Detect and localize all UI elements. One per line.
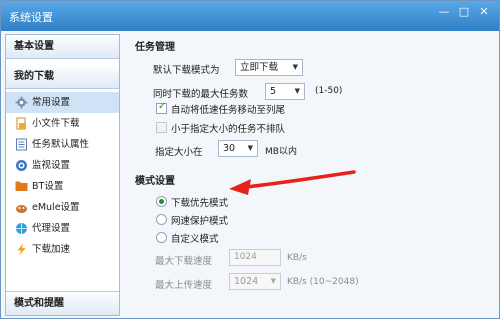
max-upload-speed-select[interactable]: 1024 ▼: [229, 273, 281, 290]
auto-move-label: 自动将低速任务移动至列尾: [171, 105, 286, 116]
task-management-title: 任务管理: [135, 42, 175, 53]
sidebar-item-label: 小文件下载: [32, 118, 80, 129]
monitor-icon: [16, 160, 27, 171]
sidebar-item-label: 代理设置: [32, 223, 71, 234]
emule-icon: [16, 205, 27, 213]
sidebar-item-task-defaults[interactable]: 任务默认属性: [6, 134, 119, 155]
title-bar: 系统设置 — □ ✕: [1, 1, 499, 31]
sidebar-item-label: 监视设置: [32, 160, 71, 171]
lightning-icon: [17, 243, 26, 256]
max-upload-speed-value: 1024: [234, 276, 259, 287]
mode-radio-download-priority[interactable]: [156, 196, 167, 207]
dropdown-arrow-icon: ▼: [294, 87, 300, 95]
size-select[interactable]: 30 ▼: [218, 140, 258, 157]
sidebar-item-emule[interactable]: eMule设置: [6, 197, 119, 218]
maximize-button[interactable]: □: [455, 5, 473, 20]
no-queue-label: 小于指定大小的任务不排队: [171, 124, 286, 135]
max-download-speed-unit: KB/s: [287, 253, 307, 263]
minimize-button[interactable]: —: [435, 5, 453, 20]
mode-option-label: 自定义模式: [171, 234, 219, 245]
default-mode-value: 立即下载: [240, 62, 279, 73]
no-queue-checkbox[interactable]: [156, 122, 167, 133]
document-icon: [16, 138, 27, 151]
gear-icon: [15, 96, 28, 109]
max-download-speed-label: 最大下载速度: [155, 256, 213, 267]
small-file-icon: [16, 117, 26, 130]
sidebar-header-my-downloads[interactable]: 我的下载: [6, 65, 119, 89]
sidebar-item-label: 任务默认属性: [32, 139, 90, 150]
mode-option-label: 网速保护模式: [171, 216, 229, 227]
sidebar-item-label: 常用设置: [32, 97, 71, 108]
max-tasks-select[interactable]: 5 ▼: [265, 83, 305, 100]
auto-move-checkbox[interactable]: [156, 101, 167, 114]
sidebar-item-small-file[interactable]: 小文件下载: [6, 113, 119, 134]
settings-window: 系统设置 — □ ✕ 基本设置 我的下载 常用设置 小文件下载 任务默认属性 监…: [0, 0, 500, 319]
sidebar-item-common-settings[interactable]: 常用设置: [6, 92, 119, 113]
max-upload-speed-label: 最大上传速度: [155, 280, 213, 291]
size-label: 指定大小在: [155, 147, 203, 158]
sidebar-item-bt[interactable]: BT设置: [6, 176, 119, 197]
settings-sidebar: 基本设置 我的下载 常用设置 小文件下载 任务默认属性 监视设置 BT设置 eM…: [5, 34, 120, 316]
sidebar-item-label: BT设置: [32, 181, 64, 192]
dropdown-arrow-icon: ▼: [270, 277, 276, 285]
mode-option-label: 下载优先模式: [171, 198, 229, 209]
default-mode-label: 默认下载模式为: [153, 65, 220, 76]
window-controls: — □ ✕: [435, 5, 493, 20]
mode-radio-custom[interactable]: [156, 232, 167, 243]
sidebar-item-label: 下载加速: [32, 244, 71, 255]
max-tasks-value: 5: [270, 86, 277, 97]
max-tasks-label: 同时下载的最大任务数: [153, 89, 249, 100]
settings-content: 任务管理 默认下载模式为 立即下载 ▼ 同时下载的最大任务数 5 ▼ (1-50…: [125, 34, 495, 316]
sidebar-item-label: eMule设置: [32, 202, 80, 213]
window-title: 系统设置: [9, 11, 53, 24]
close-button[interactable]: ✕: [475, 5, 493, 20]
mode-settings-title: 模式设置: [135, 176, 175, 187]
sidebar-header-basic[interactable]: 基本设置: [6, 35, 119, 59]
size-value: 30: [223, 143, 236, 154]
sidebar-item-monitor[interactable]: 监视设置: [6, 155, 119, 176]
dropdown-arrow-icon: ▼: [247, 144, 253, 152]
proxy-icon: [16, 223, 27, 234]
max-tasks-range: (1-50): [315, 86, 343, 96]
sidebar-items: 常用设置 小文件下载 任务默认属性 监视设置 BT设置 eMule设置 代理设置…: [6, 89, 119, 260]
bt-icon: [15, 181, 28, 191]
max-upload-speed-unit: KB/s (10~2048): [287, 277, 359, 287]
mode-radio-network-protect[interactable]: [156, 214, 167, 225]
dropdown-arrow-icon: ▼: [292, 63, 298, 71]
max-download-speed-input[interactable]: 1024: [229, 249, 281, 266]
sidebar-item-proxy[interactable]: 代理设置: [6, 218, 119, 239]
sidebar-item-accelerate[interactable]: 下载加速: [6, 239, 119, 260]
size-unit: MB以内: [265, 147, 297, 157]
default-mode-select[interactable]: 立即下载 ▼: [235, 59, 303, 76]
sidebar-header-mode-reminder[interactable]: 模式和提醒: [6, 291, 119, 315]
